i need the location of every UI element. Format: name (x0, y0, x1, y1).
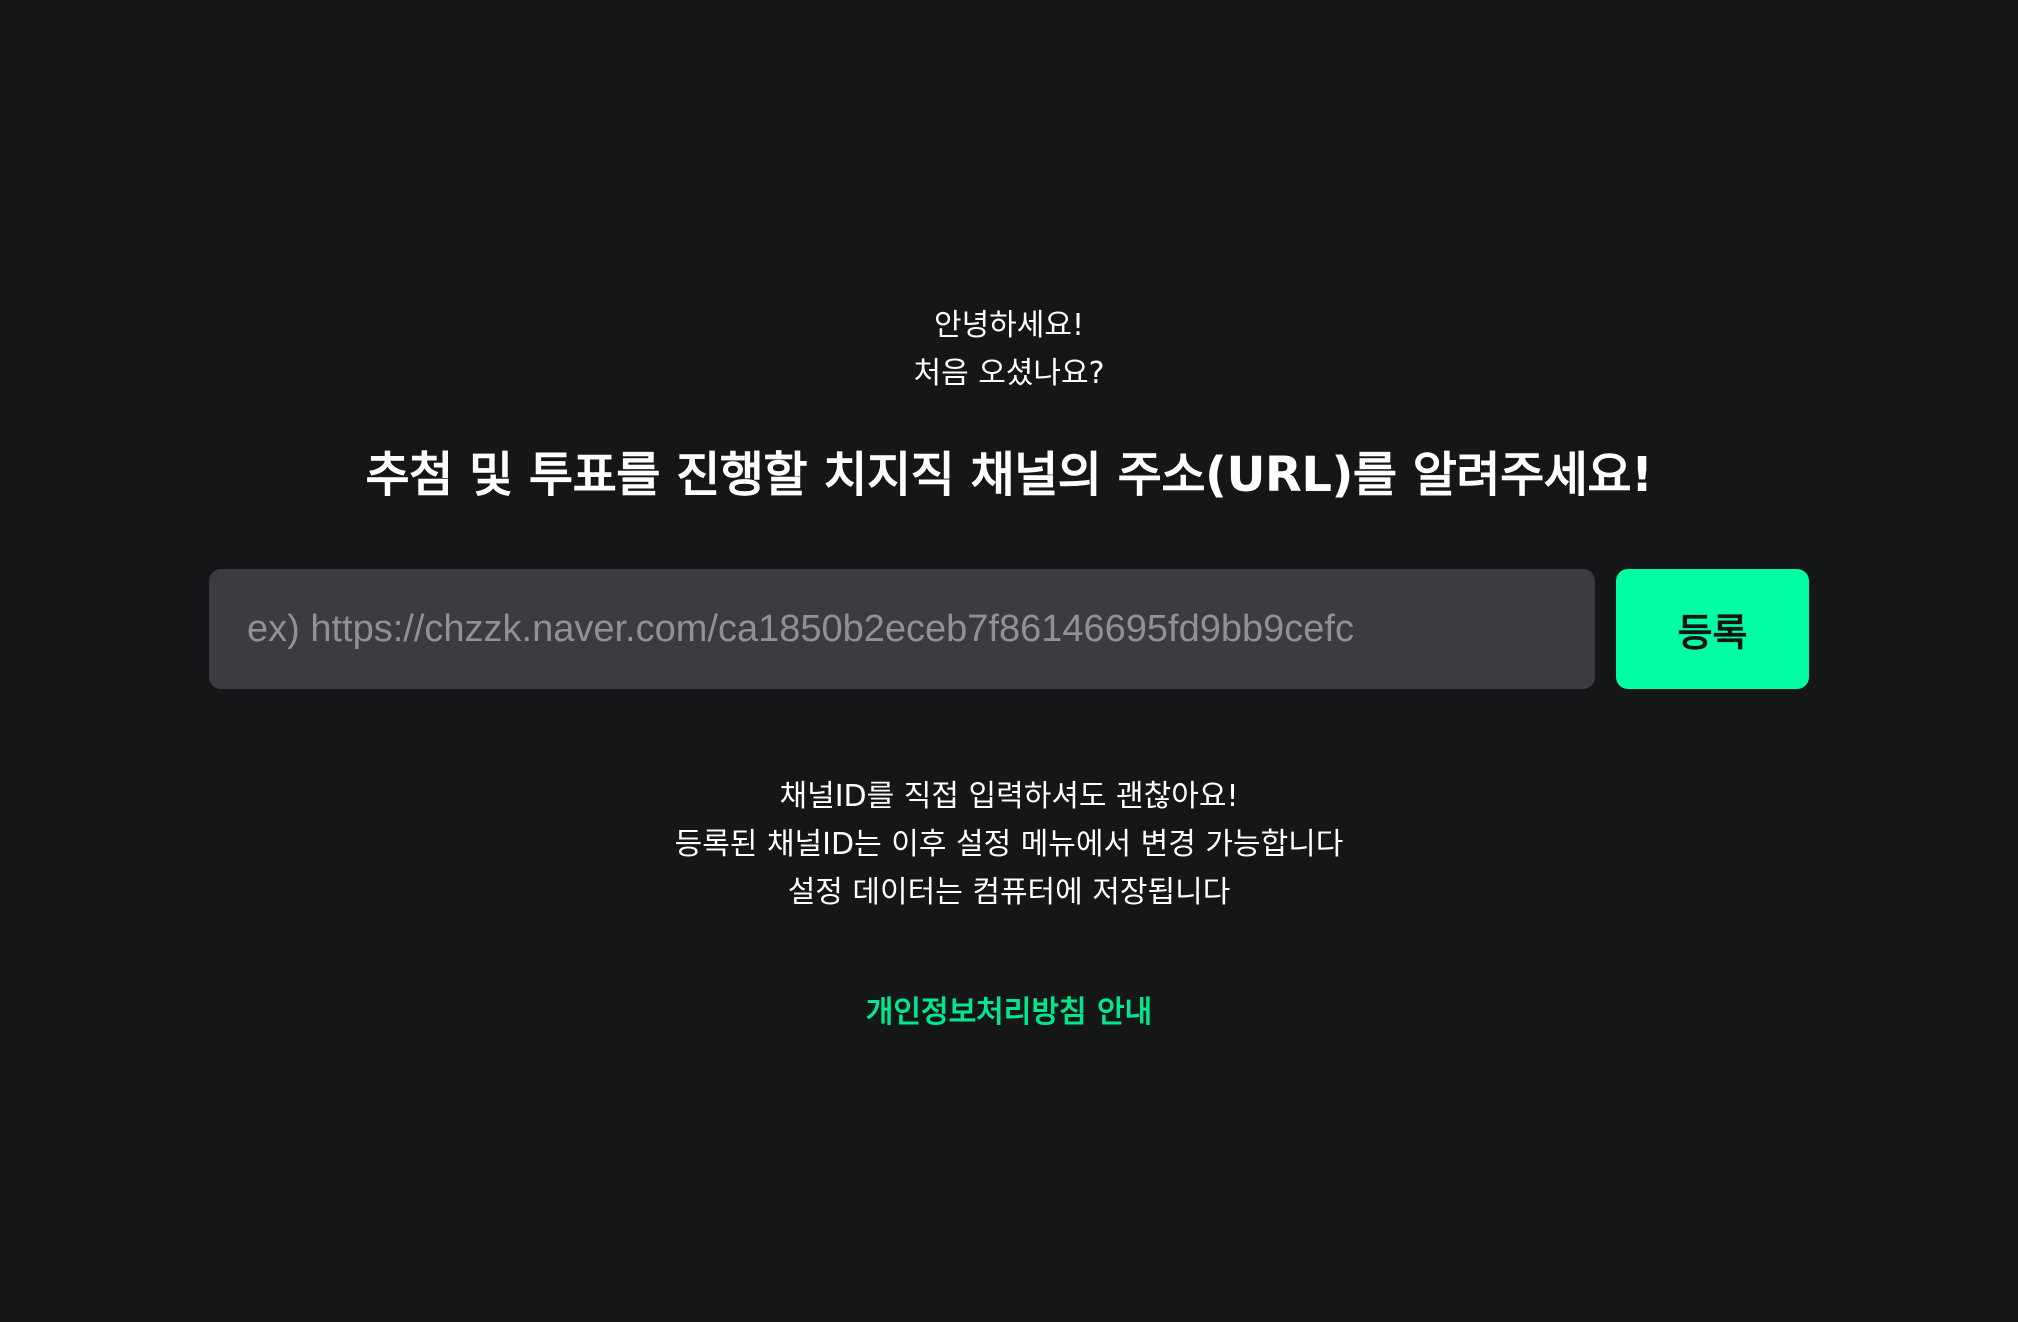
privacy-policy-link[interactable]: 개인정보처리방침 안내 (0, 987, 2018, 1031)
info-settings-change: 등록된 채널ID는 이후 설정 메뉴에서 변경 가능합니다 (674, 827, 1344, 862)
channel-url-input[interactable] (209, 569, 1595, 689)
onboarding-page: 안녕하세요! 처음 오셨나요? 추첨 및 투표를 진행할 치지직 채널의 주소(… (0, 0, 2018, 1322)
info-channel-id-hint: 채널ID를 직접 입력하셔도 괜찮아요! (779, 779, 1239, 814)
greeting-hello: 안녕하세요! (933, 308, 1085, 343)
register-button[interactable]: 등록 (1616, 569, 1809, 689)
page-title: 추첨 및 투표를 진행할 치지직 채널의 주소(URL)를 알려주세요! (365, 447, 1653, 503)
greeting-first-visit: 처음 오셨나요? (913, 356, 1105, 391)
info-local-storage: 설정 데이터는 컴퓨터에 저장됩니다 (787, 875, 1231, 910)
